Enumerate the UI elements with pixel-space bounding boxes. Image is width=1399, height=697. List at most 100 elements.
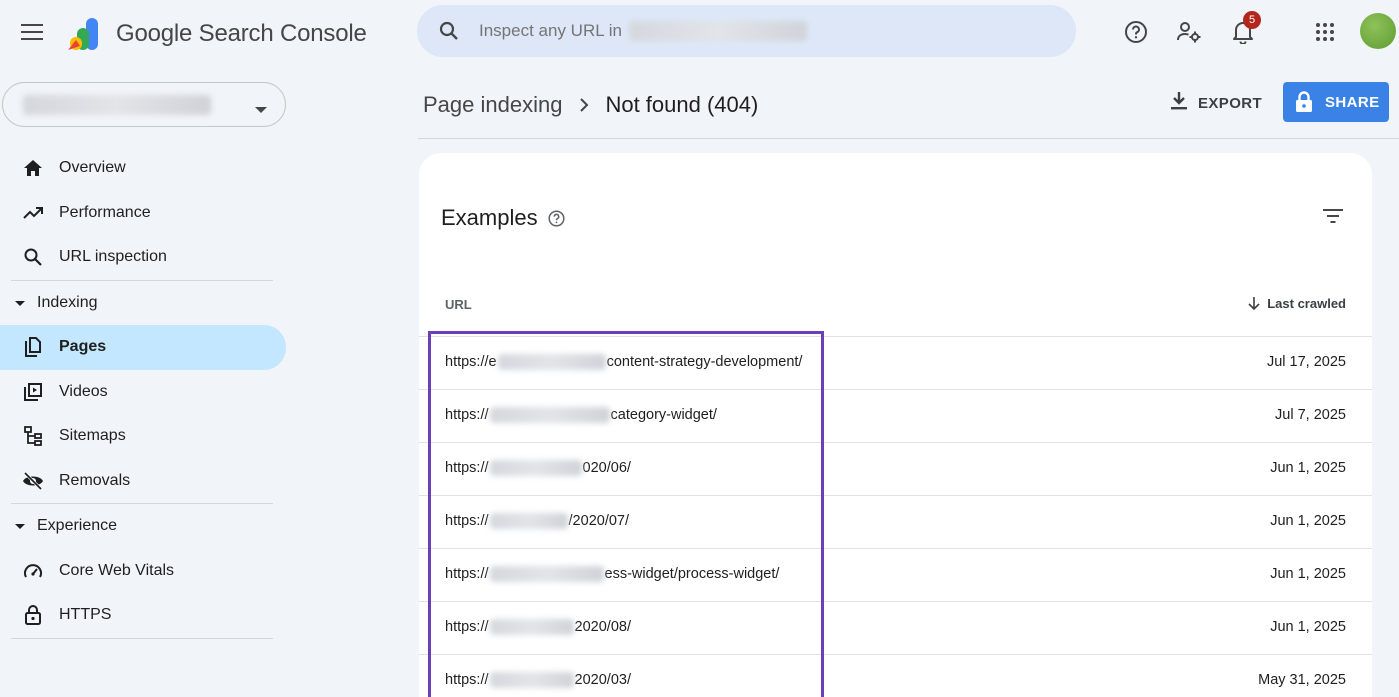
table-row[interactable]: https:// /2020/07/ Jun 1, 2025 <box>419 495 1372 548</box>
caret-down-icon <box>15 294 25 312</box>
sidebar-item-https[interactable]: HTTPS <box>0 593 286 638</box>
row-url[interactable]: https:// 2020/08/ <box>445 619 631 635</box>
sidebar-section-indexing[interactable]: Indexing <box>0 281 286 326</box>
url-prefix: https:// <box>445 672 489 688</box>
chevron-right-icon <box>580 98 589 112</box>
sidebar-item-pages[interactable]: Pages <box>0 325 286 370</box>
trending-up-icon <box>21 201 45 225</box>
sidebar-item-label: Videos <box>59 382 108 400</box>
sidebar-item-url-inspection[interactable]: URL inspection <box>0 235 286 280</box>
sidebar-item-performance[interactable]: Performance <box>0 191 286 236</box>
sidebar-item-sitemaps[interactable]: Sitemaps <box>0 414 286 459</box>
avatar[interactable] <box>1360 13 1396 49</box>
redacted-domain <box>489 460 582 476</box>
table-row[interactable]: https:// 020/06/ Jun 1, 2025 <box>419 442 1372 495</box>
url-suffix: /2020/07/ <box>568 513 630 529</box>
search-icon <box>21 245 45 269</box>
url-prefix: https:// <box>445 407 489 423</box>
download-icon <box>1170 91 1188 116</box>
row-last-crawled: Jul 17, 2025 <box>1266 354 1346 370</box>
row-url[interactable]: https:// 020/06/ <box>445 460 631 476</box>
sidebar-item-overview[interactable]: Overview <box>0 146 286 191</box>
sidebar-item-label: HTTPS <box>59 606 112 624</box>
export-label: EXPORT <box>1198 94 1263 112</box>
column-header-label: Last crawled <box>1267 296 1346 311</box>
url-suffix: 2020/08/ <box>574 619 631 635</box>
help-circle-icon[interactable] <box>548 209 565 227</box>
help-circle-icon[interactable] <box>1122 18 1150 46</box>
redacted-domain <box>489 566 604 582</box>
url-suffix: content-strategy-development/ <box>606 354 803 370</box>
share-button[interactable]: SHARE <box>1283 82 1389 122</box>
sidebar-section-experience[interactable]: Experience <box>0 504 286 549</box>
redacted-property-name <box>23 95 211 115</box>
row-last-crawled: Jun 1, 2025 <box>1270 619 1346 635</box>
speed-gauge-icon <box>21 559 45 583</box>
filter-icon[interactable] <box>1320 203 1346 229</box>
row-url[interactable]: https:// 2020/03/ <box>445 672 631 688</box>
notification-count-badge: 5 <box>1243 11 1261 29</box>
examples-title-text: Examples <box>441 205 538 230</box>
table-row[interactable]: https:// ess-widget/process-widget/ Jun 1… <box>419 548 1372 601</box>
table-row[interactable]: https://e content-strategy-development/ J… <box>419 336 1372 389</box>
redacted-domain <box>497 354 606 370</box>
redacted-domain <box>489 619 574 635</box>
search-console-logo[interactable]: Google Search Console <box>66 14 367 54</box>
export-button[interactable]: EXPORT <box>1170 90 1262 116</box>
examples-card: Examples URL Last crawled https://e conte… <box>419 153 1372 697</box>
hamburger-menu-icon[interactable] <box>16 16 48 48</box>
search-input[interactable] <box>479 21 629 41</box>
apps-grid-icon[interactable] <box>1311 18 1339 46</box>
search-icon <box>437 19 461 43</box>
home-icon <box>21 156 45 180</box>
row-url[interactable]: https:// category-widget/ <box>445 407 717 423</box>
examples-table: https://e content-strategy-development/ J… <box>419 336 1372 697</box>
pages-icon <box>21 335 45 359</box>
sidebar-item-core-web-vitals[interactable]: Core Web Vitals <box>0 549 286 594</box>
redacted-domain <box>489 407 610 423</box>
column-header-url[interactable]: URL <box>445 297 472 312</box>
redacted-property-name <box>629 21 807 41</box>
header-divider <box>418 138 1399 139</box>
arrow-down-icon <box>1248 296 1260 311</box>
caret-down-icon <box>15 517 25 535</box>
property-selector[interactable] <box>2 82 286 127</box>
sidebar-item-label: Removals <box>59 471 131 489</box>
row-url[interactable]: https:// ess-widget/process-widget/ <box>445 566 779 582</box>
sidebar-item-removals[interactable]: Removals <box>0 459 286 504</box>
redacted-domain <box>489 513 568 529</box>
page-title: Not found (404) <box>605 92 759 117</box>
sidebar-section-label: Indexing <box>37 293 98 311</box>
sidebar-section-label: Experience <box>37 517 118 535</box>
url-suffix: 020/06/ <box>582 460 631 476</box>
url-prefix: https://e <box>445 354 497 370</box>
sidebar-item-label: Sitemaps <box>59 427 126 445</box>
sidebar-item-label: Core Web Vitals <box>59 561 175 579</box>
visibility-off-icon <box>21 469 45 493</box>
table-row[interactable]: https:// category-widget/ Jul 7, 2025 <box>419 389 1372 442</box>
column-header-last-crawled[interactable]: Last crawled <box>1248 296 1346 311</box>
sidebar-divider <box>11 637 273 639</box>
row-url[interactable]: https:// /2020/07/ <box>445 513 629 529</box>
sidebar-item-label: Pages <box>59 338 107 356</box>
table-row[interactable]: https:// 2020/03/ May 31, 2025 <box>419 654 1372 697</box>
chevron-down-icon <box>255 101 267 119</box>
sidebar-nav: Overview Performance URL inspection Inde… <box>0 146 286 639</box>
sidebar-item-label: Overview <box>59 159 126 177</box>
row-last-crawled: Jun 1, 2025 <box>1270 460 1346 476</box>
sidebar-item-videos[interactable]: Videos <box>0 370 286 415</box>
url-inspection-search[interactable] <box>417 5 1076 57</box>
app-title: Google Search Console <box>116 20 367 47</box>
sidebar-item-label: URL inspection <box>59 248 167 266</box>
manage-accounts-icon[interactable] <box>1175 18 1203 46</box>
table-row[interactable]: https:// 2020/08/ Jun 1, 2025 <box>419 601 1372 654</box>
video-library-icon <box>21 380 45 404</box>
url-prefix: https:// <box>445 513 489 529</box>
breadcrumb-parent[interactable]: Page indexing <box>423 92 562 118</box>
redacted-domain <box>489 672 574 688</box>
row-url[interactable]: https://e content-strategy-development/ <box>445 354 802 370</box>
url-prefix: https:// <box>445 460 489 476</box>
lock-icon <box>21 603 45 627</box>
row-last-crawled: May 31, 2025 <box>1258 672 1346 688</box>
bell-icon[interactable]: 5 <box>1229 11 1261 46</box>
